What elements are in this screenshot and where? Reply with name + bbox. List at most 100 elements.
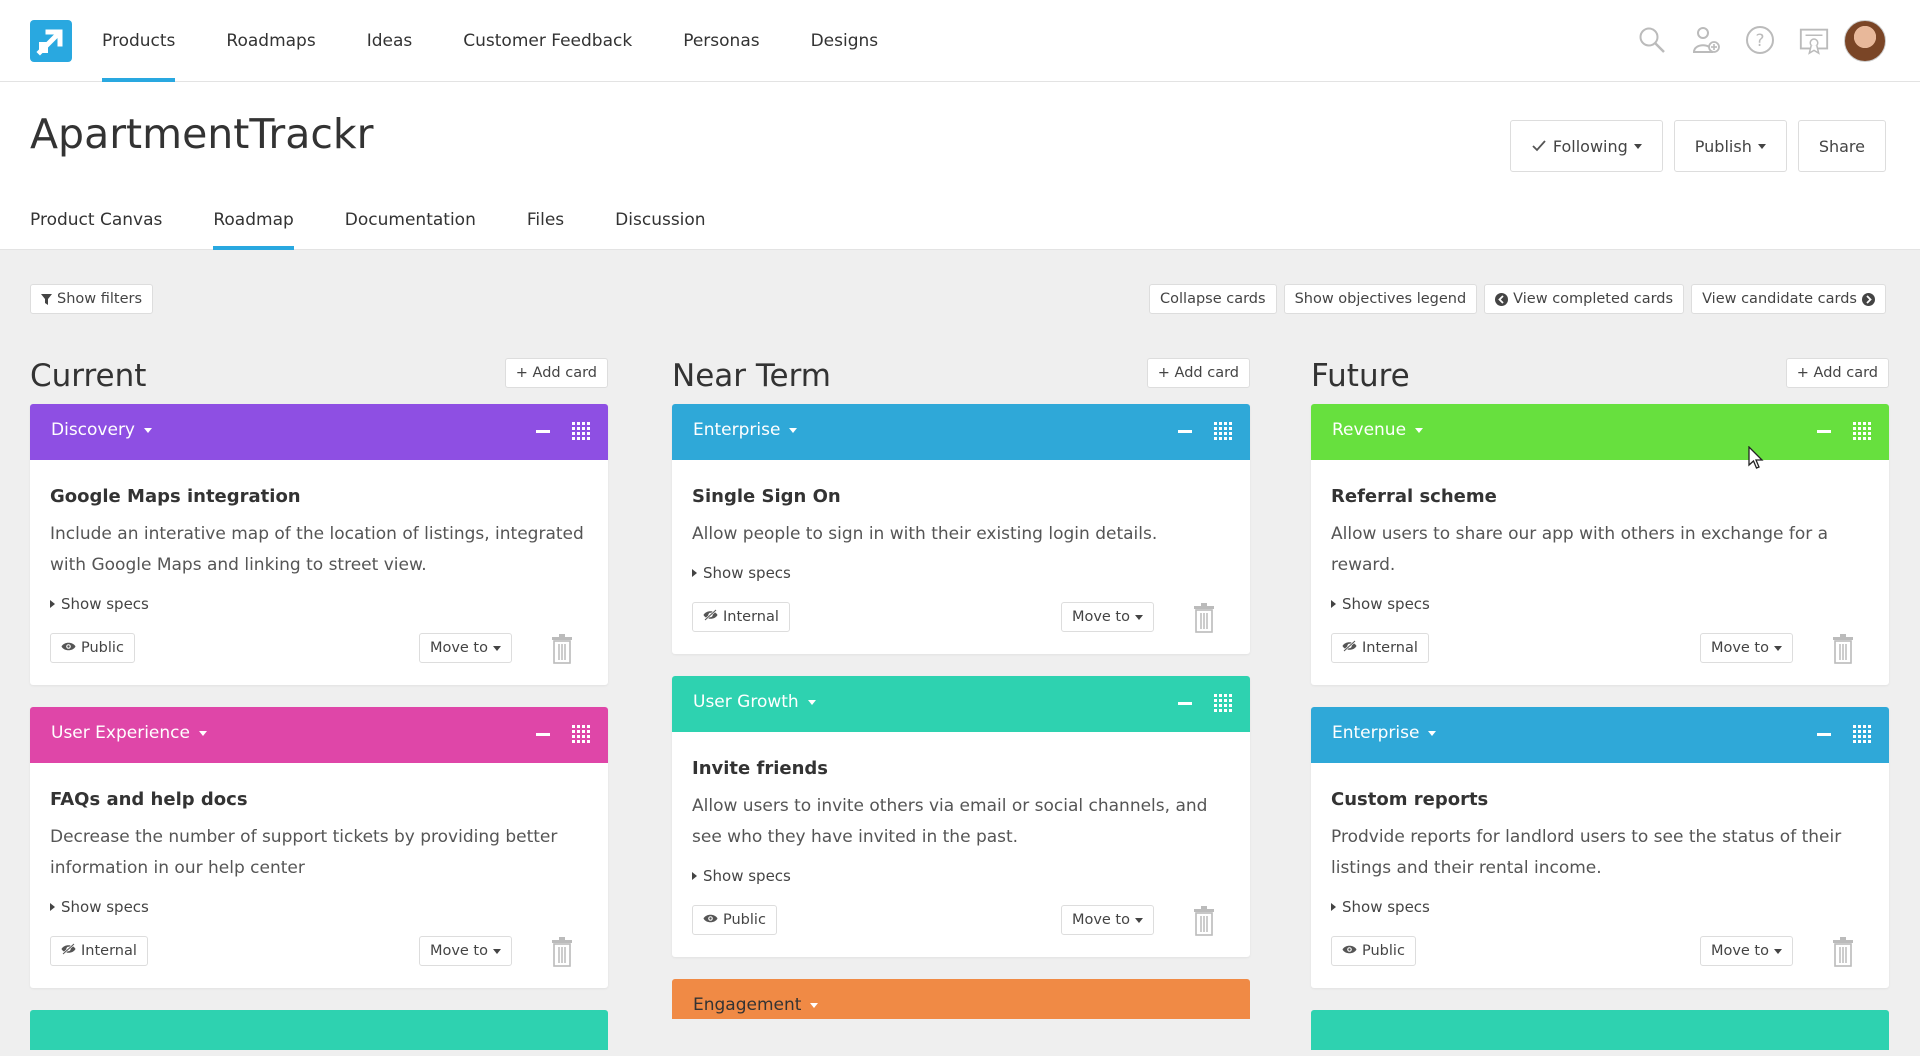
move-to-button[interactable]: Move to xyxy=(1060,602,1154,632)
visibility-button[interactable]: Public xyxy=(50,633,135,663)
visibility-button[interactable]: Public xyxy=(1331,936,1416,966)
trash-icon[interactable] xyxy=(550,937,574,971)
show-filters-button[interactable]: Show filters xyxy=(30,284,154,314)
visibility-button[interactable]: Internal xyxy=(692,602,790,632)
card-header-peek[interactable] xyxy=(30,1010,608,1050)
eye-icon xyxy=(703,912,718,928)
card-header-peek[interactable] xyxy=(1311,1010,1889,1050)
tab-files[interactable]: Files xyxy=(527,202,564,250)
show-specs-toggle[interactable]: Show specs xyxy=(692,564,1230,582)
show-specs-toggle[interactable]: Show specs xyxy=(692,867,1230,885)
search-icon[interactable] xyxy=(1636,24,1668,56)
show-specs-toggle[interactable]: Show specs xyxy=(50,898,588,916)
card-objective-dropdown[interactable]: Enterprise xyxy=(1332,723,1437,743)
eye-slash-icon xyxy=(703,609,718,625)
tab-documentation[interactable]: Documentation xyxy=(345,202,476,250)
show-objectives-legend-button[interactable]: Show objectives legend xyxy=(1283,284,1478,314)
move-to-button[interactable]: Move to xyxy=(1699,936,1793,966)
minimize-icon[interactable] xyxy=(1178,702,1192,705)
show-specs-label: Show specs xyxy=(61,595,149,613)
move-to-button[interactable]: Move to xyxy=(1699,633,1793,663)
card-objective-dropdown[interactable]: Discovery xyxy=(51,420,152,440)
card-body: Custom reports Prodvide reports for landl… xyxy=(1311,763,1889,988)
card-header-peek[interactable]: Engagement xyxy=(672,979,1250,1019)
card-objective-label: Revenue xyxy=(1332,420,1407,440)
logo-arrow-icon xyxy=(36,29,63,56)
card-description: Allow users to invite others via email o… xyxy=(692,796,1208,847)
caret-down-icon xyxy=(1135,614,1143,620)
nav-item-ideas[interactable]: Ideas xyxy=(367,0,413,82)
minimize-icon[interactable] xyxy=(536,430,550,433)
card-objective-dropdown[interactable]: User Experience xyxy=(51,723,207,743)
caret-right-icon xyxy=(50,600,55,608)
minimize-icon[interactable] xyxy=(1817,733,1831,736)
share-label: Share xyxy=(1818,136,1865,156)
caret-down-icon xyxy=(1415,427,1424,433)
product-header: ApartmentTrackr Following Publish Share … xyxy=(0,82,1920,250)
add-user-icon[interactable] xyxy=(1690,24,1722,56)
trash-icon[interactable] xyxy=(550,634,574,668)
card-title: Referral scheme xyxy=(1331,486,1497,507)
drag-handle-icon[interactable] xyxy=(572,725,590,743)
visibility-button[interactable]: Internal xyxy=(50,936,148,966)
drag-handle-icon[interactable] xyxy=(1214,422,1232,440)
drag-handle-icon[interactable] xyxy=(1853,725,1871,743)
show-specs-toggle[interactable]: Show specs xyxy=(1331,595,1869,613)
visibility-button[interactable]: Internal xyxy=(1331,633,1429,663)
add-card-button[interactable]: + Add card xyxy=(1785,358,1889,388)
roadmap-column-near-term: Near Term + Add card Enterprise Single Sign… xyxy=(672,354,1250,1019)
drag-handle-icon[interactable] xyxy=(572,422,590,440)
card-objective-dropdown[interactable]: Engagement xyxy=(693,995,819,1015)
show-specs-toggle[interactable]: Show specs xyxy=(1331,898,1869,916)
tab-product-canvas[interactable]: Product Canvas xyxy=(30,202,162,250)
share-button[interactable]: Share xyxy=(1797,120,1886,172)
move-to-button[interactable]: Move to xyxy=(1060,905,1154,935)
visibility-button[interactable]: Public xyxy=(692,905,777,935)
card-objective-dropdown[interactable]: Enterprise xyxy=(693,420,798,440)
app-logo[interactable] xyxy=(30,20,72,62)
trash-icon[interactable] xyxy=(1192,603,1216,637)
view-candidate-cards-button[interactable]: View candidate cards xyxy=(1691,284,1886,314)
card-header: Revenue xyxy=(1311,404,1889,460)
card-footer: Public Move to xyxy=(1331,936,1869,968)
minimize-icon[interactable] xyxy=(1178,430,1192,433)
card-objective-label: Discovery xyxy=(51,420,135,440)
add-card-button[interactable]: + Add card xyxy=(504,358,608,388)
nav-item-roadmaps[interactable]: Roadmaps xyxy=(226,0,315,82)
product-title: ApartmentTrackr xyxy=(30,110,374,158)
user-avatar[interactable] xyxy=(1844,20,1886,62)
show-specs-toggle[interactable]: Show specs xyxy=(50,595,588,613)
show-specs-label: Show specs xyxy=(703,564,791,582)
nav-item-designs[interactable]: Designs xyxy=(811,0,879,82)
move-to-button[interactable]: Move to xyxy=(418,936,512,966)
drag-handle-icon[interactable] xyxy=(1853,422,1871,440)
tab-discussion[interactable]: Discussion xyxy=(615,202,705,250)
certificate-icon[interactable] xyxy=(1798,24,1830,56)
view-completed-cards-button[interactable]: View completed cards xyxy=(1484,284,1685,314)
help-icon[interactable]: ? xyxy=(1744,24,1776,56)
column-header: Current + Add card xyxy=(30,354,608,404)
card-body: Google Maps integration Include an intera… xyxy=(30,460,608,685)
card-body: FAQs and help docs Decrease the number of… xyxy=(30,763,608,988)
nav-item-customer-feedback[interactable]: Customer Feedback xyxy=(463,0,632,82)
minimize-icon[interactable] xyxy=(1817,430,1831,433)
card-objective-dropdown[interactable]: Revenue xyxy=(1332,420,1424,440)
nav-item-personas[interactable]: Personas xyxy=(683,0,759,82)
minimize-icon[interactable] xyxy=(536,733,550,736)
card-objective-dropdown[interactable]: User Growth xyxy=(693,692,816,712)
collapse-cards-button[interactable]: Collapse cards xyxy=(1149,284,1277,314)
roadmap-card: Discovery Google Maps integration Include … xyxy=(30,404,608,685)
drag-handle-icon[interactable] xyxy=(1214,694,1232,712)
view-toolbar: Collapse cards Show objectives legend Vi… xyxy=(1149,284,1886,314)
trash-icon[interactable] xyxy=(1192,906,1216,940)
card-objective-label: Enterprise xyxy=(1332,723,1420,743)
move-to-button[interactable]: Move to xyxy=(418,633,512,663)
trash-icon[interactable] xyxy=(1831,937,1855,971)
add-card-button[interactable]: + Add card xyxy=(1146,358,1250,388)
move-to-label: Move to xyxy=(429,640,488,656)
nav-item-products[interactable]: Products xyxy=(102,0,176,82)
publish-button[interactable]: Publish xyxy=(1673,120,1787,172)
trash-icon[interactable] xyxy=(1831,634,1855,668)
following-button[interactable]: Following xyxy=(1509,120,1663,172)
tab-roadmap[interactable]: Roadmap xyxy=(213,202,295,250)
